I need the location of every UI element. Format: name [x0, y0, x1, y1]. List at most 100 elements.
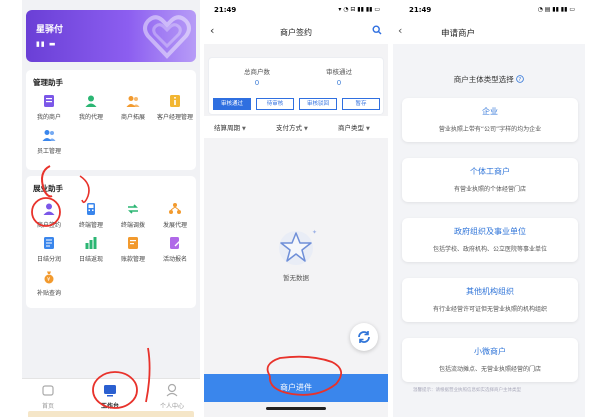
merchant-type-option[interactable]: 个体工商户有营业执照的个体经营门店 [402, 158, 578, 202]
business-item[interactable]: 终端调拨 [112, 202, 154, 229]
type-heading: 商户主体类型选择 ? [393, 74, 585, 85]
option-description: 包括学校、政府机构、公立医院等事业单位 [432, 246, 547, 253]
nav-profile[interactable]: 个人中心 [152, 383, 192, 410]
stat-total: 总商户数 0 [244, 68, 270, 87]
empty-state: ✦ 暂无数据 [266, 226, 326, 282]
option-description: 有营业执照的个体经营门店 [453, 186, 526, 193]
nav-workbench[interactable]: 工作台 [90, 383, 130, 410]
workbench-screen: 星驿付 ▮▮ ▬ 管理助手 我的商户 我的代理 商户拓展 客户经理管理员工管理 展业助… [22, 0, 200, 417]
heart-logo-icon [143, 15, 191, 59]
brand-card: 星驿付 ▮▮ ▬ [26, 10, 196, 62]
management-item[interactable]: 客户经理管理 [154, 94, 196, 121]
business-item-label: 日结分润 [36, 256, 61, 263]
profile-icon [166, 383, 178, 397]
tab-draft[interactable]: 暂存 [342, 98, 380, 110]
business-item[interactable]: ¥ 补贴查询 [28, 270, 70, 297]
business-item-label: 终端管理 [78, 222, 103, 229]
management-item[interactable]: 我的代理 [70, 94, 112, 121]
stats-card: 总商户数 0 审核通过 0 审核通过 待审核 审核驳回 暂存 [208, 57, 384, 115]
merchant-type-option[interactable]: 其他机构组织 有行业经营许可证但无营业执照的机构组织 [402, 278, 578, 322]
terminal-icon [84, 202, 98, 216]
status-icons: ◔ ▤ ▮▮ ▮▮ ▭ [537, 6, 575, 13]
empty-star-icon: ✦ [279, 229, 317, 265]
management-item-label: 客户经理管理 [156, 114, 193, 121]
help-icon[interactable]: ? [516, 75, 524, 83]
stat-approved: 审核通过 0 [326, 68, 352, 87]
merchant-signing-screen: 21:49 ▾ ◔ ⊟ ▮▮ ▮▮ ▭ ‹ 商户签约 总商户数 0 审核通过 0… [204, 0, 388, 417]
page-title: 商户签约 [280, 28, 312, 37]
caret-down-icon: ▼ [242, 126, 246, 132]
refresh-icon [358, 331, 370, 343]
money-bag-icon: ¥ [42, 270, 56, 284]
business-item[interactable]: 活动报名 [154, 236, 196, 263]
transfer-icon [126, 202, 140, 216]
option-name: 企业 [482, 107, 498, 116]
business-item-label: 日结返现 [78, 256, 103, 263]
merchant-doc-icon [42, 94, 56, 108]
info-doc-icon [168, 94, 182, 108]
option-name: 个体工商户 [470, 167, 510, 176]
merchant-type-option[interactable]: 小微商户 包括流动摊点、无营业执照经营的门店 [402, 338, 578, 382]
list-icon [42, 236, 56, 250]
tab-pending[interactable]: 待审核 [256, 98, 294, 110]
back-icon[interactable]: ‹ [398, 24, 402, 37]
section-title: 展业助手 [33, 184, 63, 193]
management-item-label: 商户拓展 [120, 114, 145, 121]
merchant-onboarding-button[interactable]: 商户进件 [204, 374, 388, 402]
person-icon [84, 94, 98, 108]
top-bar: ‹ 商户签约 [204, 20, 388, 44]
business-item-label: 发展代理 [162, 222, 187, 229]
footer-note: 温馨提示：请根据营业执照信息如实选择商户主体类型 [413, 388, 521, 393]
business-item[interactable]: 日结返现 [70, 236, 112, 263]
business-item-label: 账款管理 [120, 256, 145, 263]
business-section: 展业助手 商户签约 终端管理 终端调拨 发展代理日结分润 日结返现 账款管理 活动报名 ¥ 补贴… [26, 176, 196, 308]
business-item[interactable]: 账款管理 [112, 236, 154, 263]
status-time: 21:49 [409, 6, 432, 14]
business-item[interactable]: 日结分润 [28, 236, 70, 263]
nav-home[interactable]: 首页 [28, 383, 68, 410]
option-description: 包括流动摊点、无营业执照经营的门店 [438, 366, 541, 373]
person-icon [42, 202, 56, 216]
business-item[interactable]: 商户签约 [28, 202, 70, 229]
management-item[interactable]: 我的商户 [28, 94, 70, 121]
refresh-button[interactable] [350, 323, 378, 351]
business-item-label: 活动报名 [162, 256, 187, 263]
option-description: 营业执照上带有“公司”字样的均为企业 [438, 126, 542, 133]
caret-down-icon: ▼ [366, 126, 370, 132]
option-name: 政府组织及事业单位 [454, 227, 526, 236]
brand-name: 星驿付 [36, 25, 64, 35]
people-icon [42, 128, 56, 142]
apply-merchant-screen: 21:49 ◔ ▤ ▮▮ ▮▮ ▭ ‹ 申请商户 商户主体类型选择 ? 企业营业… [393, 0, 585, 417]
org-icon [168, 202, 182, 216]
filter-merchant-type[interactable]: 商户类型 ▼ [338, 122, 370, 132]
card-indicator: ▮▮ ▬ [36, 40, 57, 48]
filter-payment-method[interactable]: 支付方式 ▼ [276, 122, 308, 132]
section-title: 管理助手 [33, 78, 63, 87]
business-item[interactable]: 终端管理 [70, 202, 112, 229]
status-bar: 21:49 ◔ ▤ ▮▮ ▮▮ ▭ [393, 0, 585, 20]
management-item-label: 我的商户 [36, 114, 61, 121]
status-icons: ▾ ◔ ⊟ ▮▮ ▮▮ ▭ [338, 6, 380, 13]
option-name: 其他机构组织 [466, 287, 514, 296]
home-icon [42, 385, 54, 396]
tab-approved[interactable]: 审核通过 [213, 98, 251, 110]
page-title: 申请商户 [441, 29, 476, 39]
merchant-type-option[interactable]: 政府组织及事业单位包括学校、政府机构、公立医院等事业单位 [402, 218, 578, 262]
business-item-label: 终端调拨 [120, 222, 145, 229]
business-item[interactable]: 发展代理 [154, 202, 196, 229]
caret-down-icon: ▼ [304, 126, 308, 132]
merchant-type-option[interactable]: 企业营业执照上带有“公司”字样的均为企业 [402, 98, 578, 142]
workbench-icon [104, 385, 116, 397]
management-item[interactable]: 员工管理 [28, 128, 70, 155]
svg-text:¥: ¥ [47, 277, 50, 283]
tab-rejected[interactable]: 审核驳回 [299, 98, 337, 110]
management-item-label: 员工管理 [36, 148, 61, 155]
management-item-label: 我的代理 [78, 114, 103, 121]
empty-text: 暂无数据 [283, 274, 309, 282]
filter-settlement-cycle[interactable]: 结算周期 ▼ [214, 122, 246, 132]
top-bar: ‹ 申请商户 [393, 20, 585, 44]
status-bar: 21:49 ▾ ◔ ⊟ ▮▮ ▮▮ ▭ [204, 0, 388, 20]
management-item[interactable]: 商户拓展 [112, 94, 154, 121]
search-icon[interactable] [372, 25, 382, 35]
management-section: 管理助手 我的商户 我的代理 商户拓展 客户经理管理员工管理 [26, 70, 196, 170]
